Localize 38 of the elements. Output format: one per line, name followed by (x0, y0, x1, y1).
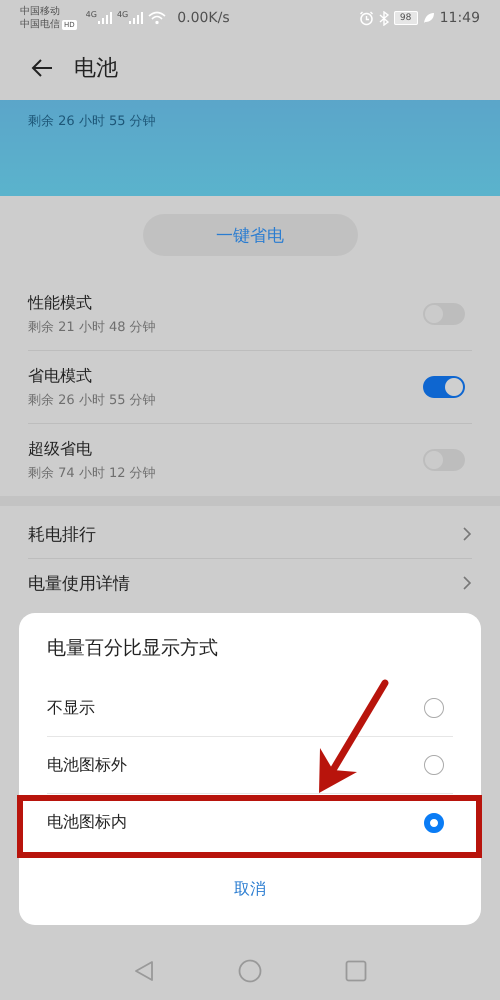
radio-button[interactable] (424, 812, 444, 832)
recents-nav-icon[interactable] (345, 960, 367, 982)
radio-button[interactable] (424, 755, 444, 775)
clock-time: 11:49 (440, 10, 480, 26)
cancel-button[interactable]: 取消 (224, 873, 276, 906)
network-type: 4G (116, 10, 128, 19)
back-nav-icon[interactable] (133, 960, 155, 982)
carrier-name: 中国移动 (20, 5, 61, 18)
chevron-icon (462, 575, 472, 591)
menu-item[interactable]: 耗电排行 (28, 522, 96, 546)
mode-remaining: 剩余 26 小时 55 分钟 (28, 392, 156, 408)
toggle-switch[interactable] (423, 376, 465, 398)
mode-remaining: 剩余 21 小时 48 分钟 (28, 318, 156, 336)
bluetooth-icon (378, 10, 389, 26)
wifi-icon (148, 11, 166, 25)
chevron-icon (462, 526, 472, 542)
menu-item[interactable]: 电量使用详情 (28, 572, 130, 594)
remaining-time: 剩余 26 小时 55 分钟 (28, 114, 156, 129)
signal-icon (129, 12, 144, 24)
carrier-name: 中国电信 (20, 18, 60, 31)
battery-icon: 98 (394, 11, 418, 25)
page-title: 电池 (74, 55, 118, 83)
network-type: 4G (86, 10, 97, 19)
option-label: 电池图标内 (47, 812, 127, 833)
mode-remaining: 剩余 74 小时 12 分钟 (28, 464, 156, 482)
option-label: 电池图标外 (47, 754, 127, 776)
back-icon[interactable] (30, 58, 54, 78)
mode-title: 省电模式 (28, 366, 93, 386)
home-nav-icon[interactable] (238, 959, 262, 983)
dialog-title: 电量百分比显示方式 (47, 636, 219, 661)
mode-title: 性能模式 (28, 292, 93, 314)
radio-button[interactable] (424, 698, 444, 718)
network-speed: 0.00K/s (177, 10, 230, 26)
mode-title: 超级省电 (28, 438, 93, 460)
option-label: 不显示 (47, 698, 95, 718)
alarm-icon (358, 10, 374, 26)
signal-icon (98, 12, 112, 24)
leaf-icon (422, 12, 435, 24)
